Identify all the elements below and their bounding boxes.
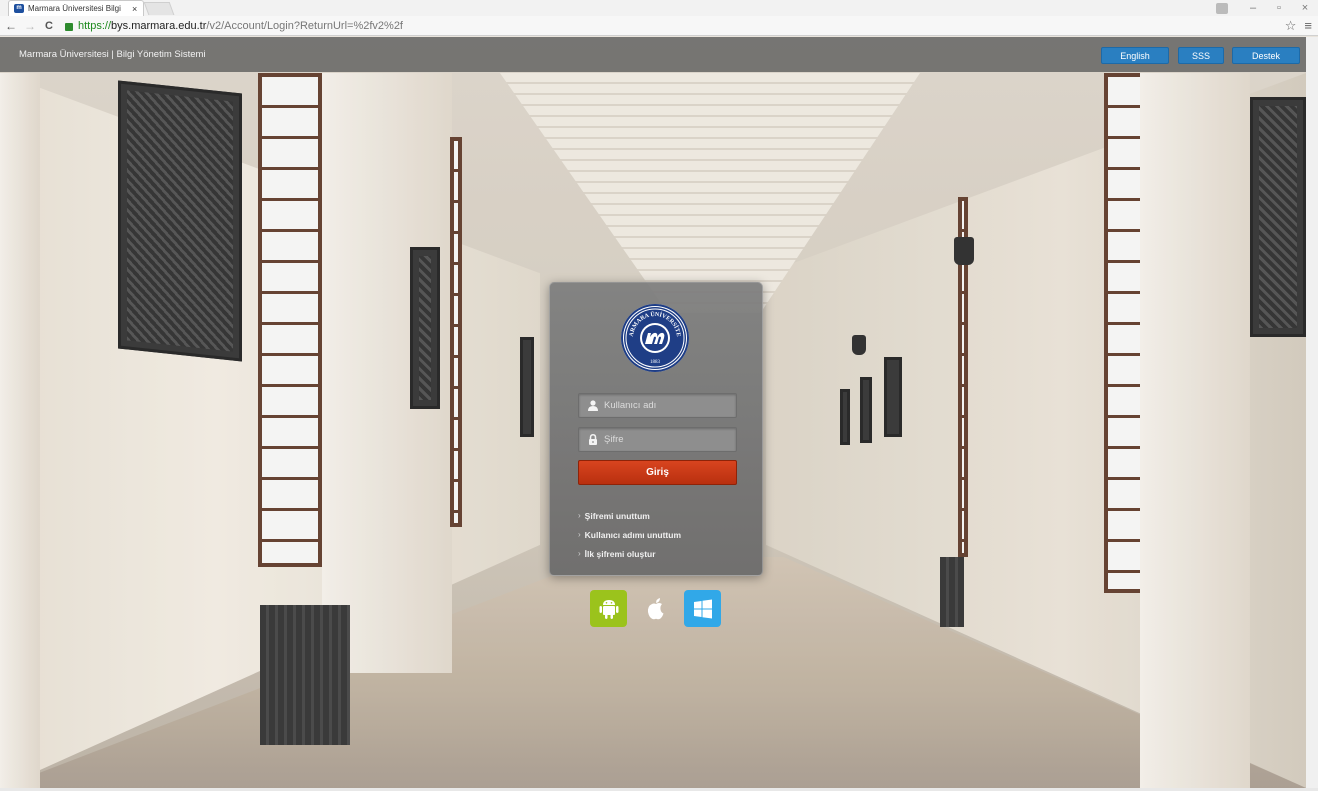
chevron-right-icon: › — [578, 530, 581, 539]
android-app-button[interactable] — [590, 590, 627, 627]
login-panel: MARMARA ÜNİVERSİTESİ 1883 Giri — [549, 282, 763, 576]
reload-button[interactable]: C — [41, 20, 57, 32]
close-window-button[interactable]: × — [1292, 2, 1318, 14]
login-submit-button[interactable]: Giriş — [578, 460, 737, 485]
help-links: › Şifremi unuttum › Kullanıcı adımı unut… — [578, 506, 681, 563]
browser-tabstrip: m Marmara Üniversitesi Bilgi × – ▫ × — [0, 0, 1318, 16]
new-tab-button[interactable] — [143, 2, 175, 15]
english-language-button[interactable]: English — [1101, 47, 1169, 64]
lock-icon — [65, 22, 73, 31]
user-icon — [588, 400, 598, 411]
login-page: Marmara Üniversitesi | Bilgi Yönetim Sis… — [0, 37, 1306, 788]
url-path: /v2/Account/Login?ReturnUrl=%2fv2%2f — [206, 19, 403, 32]
windows-app-button[interactable] — [684, 590, 721, 627]
password-field[interactable] — [578, 427, 737, 452]
page-scrollbar[interactable] — [1306, 37, 1318, 788]
minimize-button[interactable]: – — [1240, 2, 1266, 14]
apple-app-button[interactable] — [637, 590, 674, 627]
site-header: Marmara Üniversitesi | Bilgi Yönetim Sis… — [0, 37, 1306, 72]
forgot-password-label: Şifremi unuttum — [584, 510, 650, 521]
forward-button[interactable]: → — [22, 19, 38, 33]
seal-logo-icon: MARMARA ÜNİVERSİTESİ 1883 — [621, 304, 686, 369]
destek-button[interactable]: Destek — [1232, 47, 1300, 64]
android-icon — [599, 599, 618, 619]
password-input[interactable] — [604, 434, 724, 445]
sss-button[interactable]: SSS — [1178, 47, 1224, 64]
marmara-university-seal-logo: MARMARA ÜNİVERSİTESİ 1883 — [621, 304, 689, 372]
username-input[interactable] — [604, 400, 724, 411]
back-button[interactable]: ← — [3, 19, 19, 33]
forgot-password-link[interactable]: › Şifremi unuttum — [578, 506, 681, 525]
create-first-password-label: İlk şifremi oluştur — [584, 548, 656, 559]
chevron-right-icon: › — [578, 511, 581, 520]
windows-icon — [693, 599, 712, 618]
restore-button[interactable]: ▫ — [1266, 2, 1292, 14]
url-scheme: https:// — [78, 19, 112, 32]
forgot-username-link[interactable]: › Kullanıcı adımı unuttum — [578, 525, 681, 544]
create-first-password-link[interactable]: › İlk şifremi oluştur — [578, 544, 681, 563]
tab-title: Marmara Üniversitesi Bilgi — [28, 4, 121, 13]
apple-icon — [647, 597, 663, 619]
browser-menu-icon[interactable]: ≡ — [1304, 18, 1312, 33]
browser-toolbar: ← → C https://bys.marmara.edu.tr/v2/Acco… — [0, 16, 1318, 36]
forgot-username-label: Kullanıcı adımı unuttum — [584, 529, 682, 540]
lock-icon — [589, 434, 597, 445]
chevron-right-icon: › — [578, 549, 581, 558]
url-host: bys.marmara.edu.tr — [111, 19, 207, 32]
window-controls: – ▫ × — [1216, 0, 1318, 16]
profile-icon[interactable] — [1216, 2, 1228, 14]
bookmark-star-icon[interactable]: ☆ — [1285, 18, 1297, 34]
username-field[interactable] — [578, 393, 737, 418]
address-bar[interactable]: https://bys.marmara.edu.tr/v2/Account/Lo… — [65, 18, 403, 34]
site-title: Marmara Üniversitesi | Bilgi Yönetim Sis… — [19, 49, 206, 60]
marmara-favicon-icon: m — [14, 4, 24, 13]
seal-year: 1883 — [650, 360, 661, 365]
tab-close-icon[interactable]: × — [132, 4, 137, 14]
browser-tab[interactable]: m Marmara Üniversitesi Bilgi × — [8, 0, 144, 16]
